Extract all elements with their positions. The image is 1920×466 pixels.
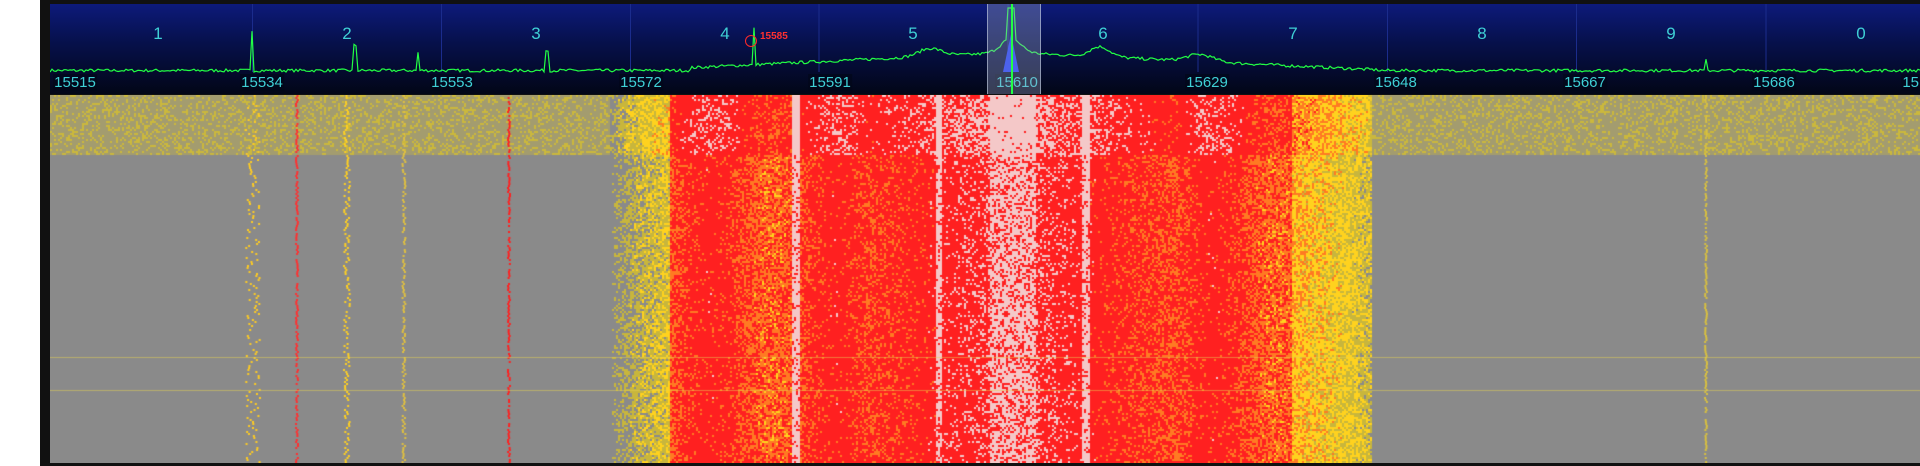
channel-button-9[interactable]: 9 [1666, 24, 1675, 44]
waterfall-canvas[interactable] [50, 95, 1920, 463]
peak-marker-icon[interactable] [745, 35, 757, 47]
frequency-tick-label: 15667 [1563, 74, 1607, 91]
frequency-tick-label: 15553 [430, 74, 474, 91]
frequency-tick-label: 15629 [1185, 74, 1229, 91]
frequency-tick-label: 15 [1901, 74, 1920, 91]
tuning-cursor[interactable] [1011, 4, 1013, 94]
receiver-frame: 1234567890 15515 15534 15553 15572 15591 1561… [40, 0, 1920, 466]
channel-button-2[interactable]: 2 [342, 24, 351, 44]
frequency-tick-label: 15648 [1374, 74, 1418, 91]
frequency-tick-label: 15572 [619, 74, 663, 91]
channel-button-1[interactable]: 1 [153, 24, 162, 44]
channel-button-8[interactable]: 8 [1477, 24, 1486, 44]
passband-filter[interactable] [987, 4, 1041, 94]
peak-marker-label: 15585 [760, 31, 788, 42]
channel-button-4[interactable]: 4 [720, 24, 729, 44]
channel-button-5[interactable]: 5 [908, 24, 917, 44]
frequency-tick-label: 15534 [240, 74, 284, 91]
frequency-tick-label: 15686 [1752, 74, 1796, 91]
spectrum-graph [50, 4, 1920, 74]
channel-button-3[interactable]: 3 [531, 24, 540, 44]
frequency-tick-label: 15515 [53, 74, 97, 91]
spectrum-display[interactable]: 1234567890 15515 15534 15553 15572 15591 1561… [50, 4, 1920, 94]
waterfall-display[interactable] [50, 95, 1920, 463]
channel-button-7[interactable]: 7 [1288, 24, 1297, 44]
frequency-tick-label: 15591 [808, 74, 852, 91]
spectrum-trace [50, 7, 1920, 74]
channel-button-6[interactable]: 6 [1098, 24, 1107, 44]
channel-button-0[interactable]: 0 [1856, 24, 1865, 44]
